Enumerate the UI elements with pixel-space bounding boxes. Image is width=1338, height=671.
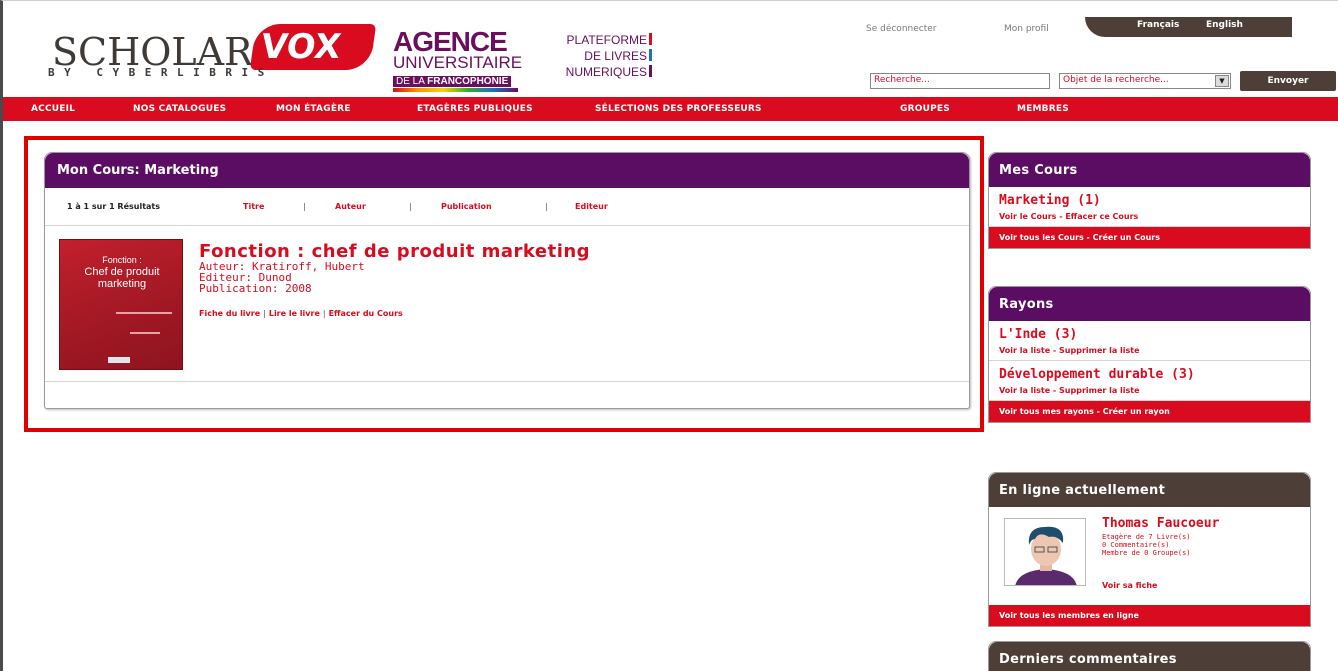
nav-membres[interactable]: Membres	[1017, 104, 1069, 114]
plateforme-line-3: NUMERIQUES	[546, 64, 652, 80]
search-type-select[interactable]: Objet de la recherche... ▼	[1059, 73, 1231, 89]
results-count: 1 à 1 sur 1 Résultats	[67, 202, 161, 211]
scholarvox-logo-vox[interactable]: VOX	[249, 24, 377, 70]
all-rayons-link[interactable]: Voir tous mes rayons - Créer un rayon	[989, 401, 1310, 422]
rayons-title: Rayons	[989, 287, 1310, 321]
book-cover-title: Fonction : Chef de produit marketing	[84, 255, 160, 290]
plateforme-line-2: DE LIVRES	[546, 48, 652, 64]
sort-separator: |	[303, 202, 306, 211]
mes-cours-title: Mes Cours	[989, 153, 1310, 187]
rayon-entry-actions[interactable]: Voir la liste - Supprimer la liste	[999, 346, 1300, 355]
main-nav: Accueil Nos catalogues Mon étagère Etagè…	[3, 97, 1338, 121]
list-item: L'Inde (3) Voir la liste - Supprimer la …	[989, 321, 1310, 361]
book-actions: Fiche du livre | Lire le livre | Effacer du …	[199, 309, 403, 318]
nav-catalogues[interactable]: Nos catalogues	[133, 104, 226, 114]
auf-logo: AGENCE UNIVERSITAIRE DE LA FRANCOPHONIE	[393, 26, 523, 92]
online-box: En ligne actuellement Thomas Faucoeur Et…	[988, 472, 1311, 627]
nav-etageres-publiques[interactable]: Etagères publiques	[417, 104, 533, 114]
mes-cours-box: Mes Cours Marketing (1) Voir le Cours - …	[988, 152, 1311, 249]
publisher-logo-icon	[108, 357, 130, 363]
nav-mon-etagere[interactable]: Mon étagère	[276, 104, 351, 114]
nav-accueil[interactable]: Accueil	[31, 104, 75, 114]
language-tab: Français English	[1085, 17, 1292, 37]
search-input[interactable]: Recherche...	[870, 73, 1050, 89]
user-stat: 0 Commentaire(s)	[1102, 541, 1170, 549]
sort-bar: 1 à 1 sur 1 Résultats Titre | Auteur | P…	[45, 188, 969, 226]
search-submit-button[interactable]: Envoyer	[1240, 71, 1336, 91]
auf-rainbow-bar	[393, 88, 518, 92]
user-stat: Membre de 0 Groupe(s)	[1102, 549, 1191, 557]
nav-groupes[interactable]: Groupes	[900, 104, 950, 114]
search-type-value: Objet de la recherche...	[1063, 75, 1169, 85]
fiche-livre-link[interactable]: Fiche du livre	[199, 309, 260, 318]
book-publication: Publication: 2008	[199, 282, 312, 295]
comments-title: Derniers commentaires	[989, 642, 1310, 671]
sort-publication-link[interactable]: Publication	[441, 202, 492, 211]
user-stat: Etagère de 7 Livre(s)	[1102, 533, 1191, 541]
sort-separator: |	[545, 202, 548, 211]
lang-french-link[interactable]: Français	[1137, 20, 1179, 30]
online-title: En ligne actuellement	[989, 473, 1310, 507]
profile-link[interactable]: Mon profil	[1004, 24, 1049, 34]
effacer-cours-link[interactable]: Effacer du Cours	[329, 309, 403, 318]
course-title: Mon Cours: Marketing	[45, 153, 969, 188]
divider	[45, 381, 969, 382]
comments-box: Derniers commentaires	[988, 641, 1311, 671]
all-courses-link[interactable]: Voir tous les Cours - Créer un Cours	[989, 227, 1310, 248]
plateforme-line-1: PLATEFORME	[546, 32, 652, 48]
rayons-box: Rayons L'Inde (3) Voir la liste - Suppri…	[988, 286, 1311, 423]
rayon-entry-link[interactable]: Développement durable (3)	[999, 367, 1300, 382]
online-user-name[interactable]: Thomas Faucoeur	[1102, 516, 1219, 531]
list-item: Marketing (1) Voir le Cours - Effacer ce…	[989, 187, 1310, 227]
list-item: Développement durable (3) Voir la liste …	[989, 361, 1310, 401]
voir-fiche-link[interactable]: Voir sa fiche	[1102, 581, 1157, 590]
cyberlibris-tagline: BY CYBERLIBRIS	[48, 66, 274, 79]
avatar[interactable]	[1004, 518, 1086, 586]
sort-titre-link[interactable]: Titre	[243, 202, 264, 211]
sort-separator: |	[409, 202, 412, 211]
user-avatar-icon	[1005, 519, 1085, 585]
nav-selections-professeurs[interactable]: Sélections des professeurs	[595, 104, 762, 114]
chevron-down-icon[interactable]: ▼	[1215, 75, 1229, 87]
rayon-entry-link[interactable]: L'Inde (3)	[999, 327, 1300, 342]
course-entry-actions[interactable]: Voir le Cours - Effacer ce Cours	[999, 212, 1300, 221]
cover-decoration	[116, 312, 172, 314]
auf-logo-line3: DE LA FRANCOPHONIE	[393, 76, 512, 87]
sort-editeur-link[interactable]: Editeur	[575, 202, 608, 211]
course-entry-link[interactable]: Marketing (1)	[999, 193, 1300, 208]
logout-link[interactable]: Se déconnecter	[866, 24, 936, 34]
all-online-link[interactable]: Voir tous les membres en ligne	[989, 605, 1310, 626]
book-cover-image[interactable]: Fonction : Chef de produit marketing	[59, 239, 183, 370]
lang-english-link[interactable]: English	[1206, 20, 1243, 30]
sort-auteur-link[interactable]: Auteur	[335, 202, 366, 211]
cover-decoration	[130, 332, 160, 334]
plateforme-tagline: PLATEFORME DE LIVRES NUMERIQUES	[546, 32, 652, 80]
book-title-link[interactable]: Fonction : chef de produit marketing	[199, 241, 590, 262]
lire-livre-link[interactable]: Lire le livre	[269, 309, 320, 318]
rayon-entry-actions[interactable]: Voir la liste - Supprimer la liste	[999, 386, 1300, 395]
course-panel: Mon Cours: Marketing 1 à 1 sur 1 Résulta…	[44, 152, 970, 409]
auf-logo-line2: UNIVERSITAIRE	[393, 53, 523, 72]
